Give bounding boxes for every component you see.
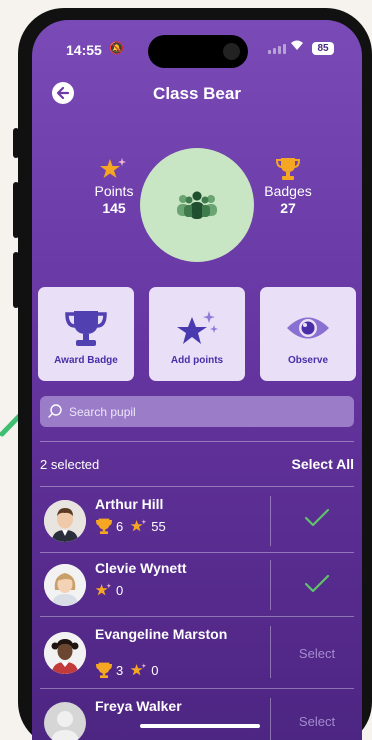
points-value: 145: [102, 200, 126, 216]
select-all-button[interactable]: Select All: [291, 456, 354, 472]
selected-checkmark[interactable]: [272, 508, 362, 531]
check-icon: [304, 508, 330, 527]
class-stats: Points 145 Badges 27: [32, 148, 362, 268]
search-icon: [48, 404, 62, 418]
home-indicator[interactable]: [140, 724, 260, 728]
star-sparkle-icon: [95, 583, 112, 596]
divider: [270, 560, 271, 610]
phone-side-button: [13, 128, 19, 158]
badges-stat: Badges 27: [258, 156, 318, 216]
selected-checkmark[interactable]: [272, 574, 362, 597]
pupil-stats: 0: [95, 582, 123, 598]
pupil-row[interactable]: Arthur Hill 6 55: [32, 490, 362, 552]
divider: [40, 486, 354, 487]
award-badge-label: Award Badge: [54, 355, 118, 366]
eye-icon: [287, 317, 329, 339]
pupil-badge-count: 6: [116, 518, 124, 534]
check-icon: [304, 574, 330, 593]
pupil-row[interactable]: Evangeline Marston 3 0 Select: [32, 620, 362, 684]
badges-value: 27: [280, 200, 296, 216]
selected-count: 2 selected: [40, 456, 100, 472]
divider: [270, 626, 271, 678]
pupil-avatar: [44, 564, 86, 606]
search-bar[interactable]: [40, 396, 354, 427]
action-buttons: Award Badge Add points Observe: [38, 287, 356, 381]
app-screen: 14:55 🔕 85 Class Bear Points 145 Badges …: [32, 20, 362, 740]
divider: [40, 616, 354, 617]
group-icon: [177, 191, 217, 219]
pupil-badge-count: 3: [116, 662, 124, 678]
trophy-icon: [275, 158, 301, 180]
pupil-row[interactable]: Freya Walker Select: [32, 692, 362, 740]
divider: [40, 552, 354, 553]
pupil-points: 0: [151, 662, 159, 678]
divider: [270, 698, 271, 740]
observe-button[interactable]: Observe: [260, 287, 356, 381]
divider: [40, 441, 354, 442]
pupil-points: 55: [151, 518, 166, 534]
select-pupil-button[interactable]: Select: [272, 714, 362, 729]
select-pupil-button[interactable]: Select: [272, 646, 362, 661]
page-title: Class Bear: [153, 84, 241, 103]
dynamic-island: [148, 35, 248, 68]
observe-label: Observe: [287, 355, 329, 366]
signal-icon: [268, 44, 286, 54]
points-label: Points: [94, 183, 134, 199]
trophy-icon: [95, 518, 113, 534]
pupil-name: Evangeline Marston: [95, 626, 228, 642]
battery-indicator: 85: [312, 42, 334, 55]
trophy-icon: [65, 311, 107, 346]
badges-label: Badges: [264, 183, 312, 199]
star-sparkle-icon: [130, 663, 147, 676]
points-stat: Points 145: [84, 156, 144, 216]
phone-side-button: [13, 252, 19, 308]
pupil-row[interactable]: Clevie Wynett 0: [32, 554, 362, 616]
pupil-avatar: [44, 632, 86, 674]
divider: [40, 688, 354, 689]
star-sparkle-icon: [100, 158, 126, 178]
app-header: Class Bear: [32, 82, 362, 110]
pupil-avatar: [44, 500, 86, 542]
award-badge-button[interactable]: Award Badge: [38, 287, 134, 381]
stars-icon: [177, 311, 218, 344]
pupil-name: Arthur Hill: [95, 496, 164, 512]
phone-side-button: [13, 182, 19, 238]
pupil-stats: 6 55: [95, 518, 166, 534]
pupil-avatar: [44, 702, 86, 740]
class-avatar: [140, 148, 254, 262]
add-points-label: Add points: [170, 355, 224, 366]
divider: [270, 496, 271, 546]
selection-bar: 2 selected Select All: [40, 450, 354, 478]
pupil-stats: 3 0: [95, 662, 158, 678]
add-points-button[interactable]: Add points: [149, 287, 245, 381]
pupil-name: Freya Walker: [95, 698, 182, 714]
status-bar: 14:55 🔕 85: [32, 20, 362, 68]
search-input[interactable]: [69, 404, 329, 419]
wifi-icon: [290, 39, 304, 54]
pupil-name: Clevie Wynett: [95, 560, 187, 576]
trophy-icon: [95, 662, 113, 678]
pupil-points: 0: [116, 582, 124, 598]
muted-bell-icon: 🔕: [109, 41, 124, 55]
status-time: 14:55: [66, 42, 102, 58]
star-sparkle-icon: [130, 519, 147, 532]
